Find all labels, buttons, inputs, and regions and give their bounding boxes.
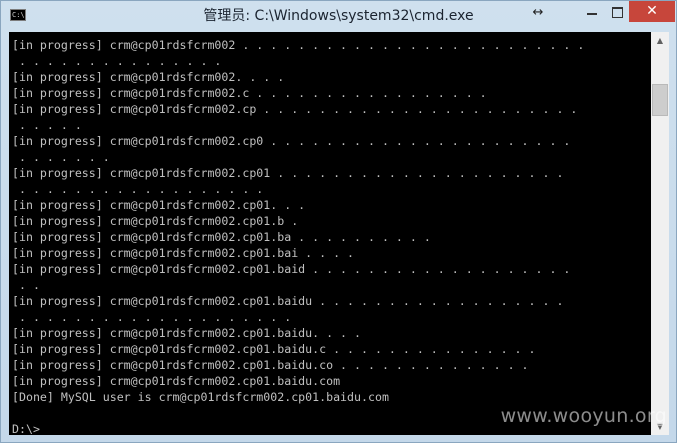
console-line: [in progress] crm@cp01rdsfcrm002.cp01.ba… <box>12 230 431 244</box>
console-line: [in progress] crm@cp01rdsfcrm002.cp0 . .… <box>12 134 571 148</box>
minimize-icon <box>587 13 597 15</box>
watermark-text: www.wooyun.org <box>500 405 667 427</box>
console-line: [in progress] crm@cp01rdsfcrm002.cp01.b … <box>12 214 299 228</box>
console-line: [in progress] crm@cp01rdsfcrm002. . . . <box>12 70 285 84</box>
console-line: [in progress] crm@cp01rdsfcrm002.cp01.ba… <box>12 262 571 276</box>
scroll-up-button[interactable]: ▲ <box>651 32 669 49</box>
console-line: . . . . . . . <box>12 150 110 164</box>
console-output: [in progress] crm@cp01rdsfcrm002 . . . .… <box>12 37 584 435</box>
console-line: [in progress] crm@cp01rdsfcrm002.cp01.ba… <box>12 326 362 340</box>
console-line: . . . . . . . . . . . . . . . <box>12 54 222 68</box>
title-bar[interactable]: C:\ 管理员: C:\Windows\system32\cmd.exe ↔ ✕ <box>1 1 676 31</box>
console-line: D:\> <box>12 422 40 435</box>
console-line: [in progress] crm@cp01rdsfcrm002.cp01.ba… <box>12 374 341 388</box>
console-line: [in progress] crm@cp01rdsfcrm002.c . . .… <box>12 86 487 100</box>
resize-arrows-icon: ↔ <box>532 5 544 20</box>
maximize-button[interactable] <box>605 2 629 22</box>
vertical-scrollbar[interactable]: ▲ ▼ <box>651 32 669 435</box>
console-line: . . . . . . . . . . . . . . . . . . . . <box>12 310 292 324</box>
maximize-icon <box>612 7 623 18</box>
scroll-thumb[interactable] <box>652 84 668 116</box>
console-line: [in progress] crm@cp01rdsfcrm002.cp01 . … <box>12 166 564 180</box>
cmd-window: C:\ 管理员: C:\Windows\system32\cmd.exe ↔ ✕… <box>0 0 677 443</box>
close-button[interactable]: ✕ <box>629 1 675 22</box>
console-line: . . . . . . . . . . . . . . . . . . <box>12 182 264 196</box>
console-line: . . <box>12 278 40 292</box>
window-title: 管理员: C:\Windows\system32\cmd.exe <box>203 8 474 24</box>
console-line: [in progress] crm@cp01rdsfcrm002.cp01.ba… <box>12 342 536 356</box>
console-line: [in progress] crm@cp01rdsfcrm002.cp . . … <box>12 102 578 116</box>
console-line: [in progress] crm@cp01rdsfcrm002.cp01. .… <box>12 198 306 212</box>
minimize-button[interactable] <box>579 2 605 22</box>
console-line: [in progress] crm@cp01rdsfcrm002.cp01.ba… <box>12 246 355 260</box>
console-line: [in progress] crm@cp01rdsfcrm002.cp01.ba… <box>12 358 529 372</box>
console-line: [Done] MySQL user is crm@cp01rdsfcrm002.… <box>12 390 389 404</box>
console-line: . . . . . <box>12 118 82 132</box>
console-area[interactable]: [in progress] crm@cp01rdsfcrm002 . . . .… <box>9 32 651 435</box>
console-line: [in progress] crm@cp01rdsfcrm002.cp01.ba… <box>12 294 564 308</box>
console-line: [in progress] crm@cp01rdsfcrm002 . . . .… <box>12 38 585 52</box>
